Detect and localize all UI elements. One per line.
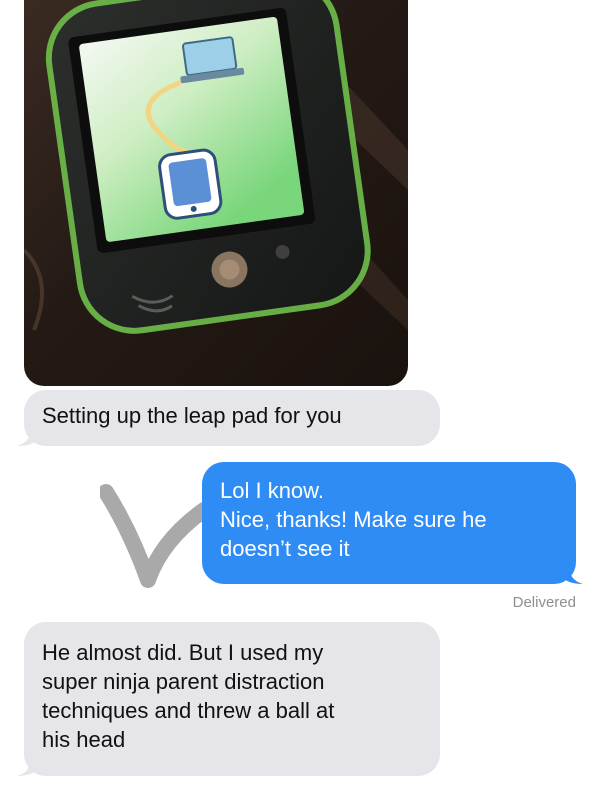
- photo-attachment[interactable]: [24, 0, 408, 386]
- message-text: Nice, thanks! Make sure he: [220, 507, 487, 532]
- message-text: Lol I know.: [220, 478, 324, 503]
- bubble-tail: [563, 566, 583, 584]
- delivered-status: Delivered: [512, 594, 576, 611]
- checkmark-icon: [100, 484, 210, 588]
- message-text: Setting up the leap pad for you: [42, 403, 342, 428]
- message-text: He almost did. But I used my: [42, 640, 324, 665]
- message-bubble-received[interactable]: Setting up the leap pad for you: [17, 390, 440, 446]
- message-text: super ninja parent distraction: [42, 669, 325, 694]
- message-text: techniques and threw a ball at: [42, 698, 335, 723]
- message-text: his head: [42, 727, 126, 752]
- message-text: doesn’t see it: [220, 536, 350, 561]
- message-bubble-sent[interactable]: Lol I know. Nice, thanks! Make sure he d…: [202, 462, 583, 584]
- bubble-tail: [17, 428, 37, 446]
- message-bubble-received[interactable]: He almost did. But I used my super ninja…: [17, 622, 440, 776]
- leappad-tablet-image: [24, 0, 408, 334]
- bubble-tail: [17, 758, 37, 776]
